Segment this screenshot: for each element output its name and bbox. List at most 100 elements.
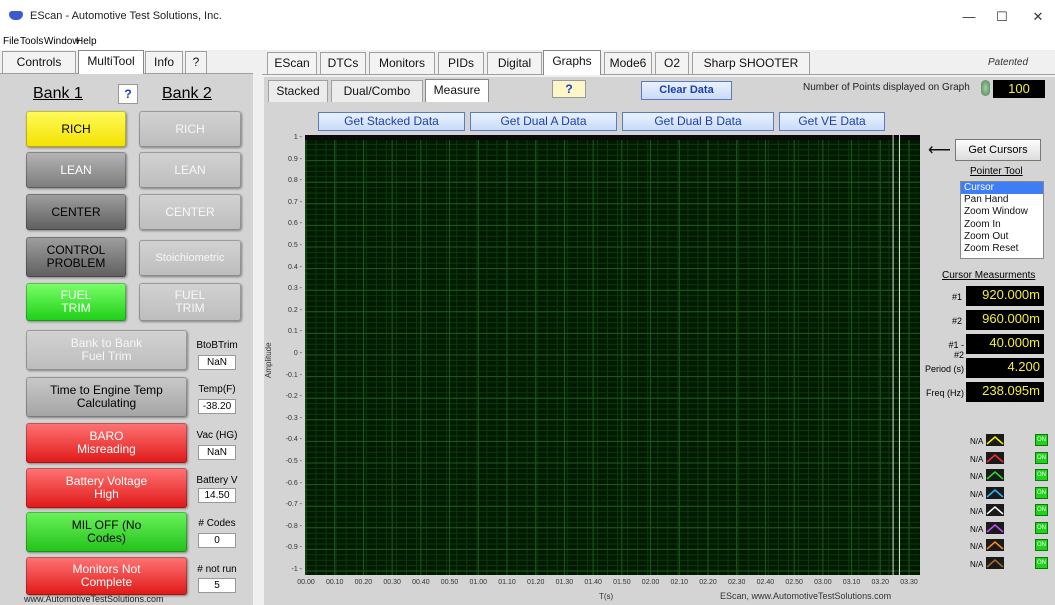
points-knob[interactable] bbox=[981, 80, 990, 96]
bank1-lean-indicator[interactable]: LEAN bbox=[26, 152, 126, 188]
x-tick-label: 00.50 bbox=[440, 579, 459, 586]
baro-button[interactable]: BARO Misreading bbox=[26, 423, 187, 463]
bank1-rich-indicator[interactable]: RICH bbox=[26, 111, 126, 147]
menu-help[interactable]: Help bbox=[76, 36, 97, 47]
tab-help[interactable]: ? bbox=[185, 51, 207, 73]
pointer-option-zoom-out[interactable]: Zoom Out bbox=[961, 231, 1043, 243]
tab-info[interactable]: Info bbox=[145, 51, 183, 73]
get-dual-b-data-button[interactable]: Get Dual B Data bbox=[622, 112, 774, 131]
legend-label: N/A bbox=[970, 524, 984, 534]
btob-label: BtoBTrim bbox=[196, 340, 238, 351]
temp-value: -38.20 bbox=[198, 399, 236, 414]
x-tick-label: 01.20 bbox=[526, 579, 545, 586]
bank2-label: Bank 2 bbox=[162, 85, 212, 102]
bank-to-bank-button[interactable]: Bank to Bank Fuel Trim bbox=[26, 330, 187, 370]
measure-help-button[interactable]: ? bbox=[552, 80, 586, 98]
legend-on-toggle[interactable]: ON bbox=[1035, 556, 1048, 569]
maximize-button[interactable]: ☐ bbox=[988, 6, 1016, 28]
tab-graphs[interactable]: Graphs bbox=[543, 50, 601, 75]
mil-status-button[interactable]: MIL OFF (No Codes) bbox=[26, 512, 187, 552]
period-label: Period (s) bbox=[924, 364, 964, 374]
legend-swatch-icon bbox=[986, 451, 1004, 464]
close-button[interactable]: ✕ bbox=[1024, 6, 1052, 28]
clear-data-button[interactable]: Clear Data bbox=[641, 81, 732, 100]
legend-on-toggle[interactable]: ON bbox=[1035, 434, 1048, 446]
pointer-option-zoom-in[interactable]: Zoom In bbox=[961, 219, 1043, 231]
x-tick-label: 02.40 bbox=[756, 579, 775, 586]
engine-temp-button[interactable]: Time to Engine Temp Calculating bbox=[26, 377, 187, 417]
x-tick-label: 01.00 bbox=[469, 579, 488, 586]
codes-label: # Codes bbox=[198, 518, 236, 529]
legend-on-toggle[interactable]: ON bbox=[1035, 504, 1048, 516]
graph-plot-area[interactable] bbox=[305, 135, 920, 575]
legend-label: N/A bbox=[970, 437, 984, 446]
monitors-button[interactable]: Monitors Not Complete bbox=[26, 557, 187, 595]
legend-label: N/A bbox=[970, 489, 984, 499]
legend-on-toggle[interactable]: ON bbox=[1035, 539, 1048, 551]
get-stacked-data-button[interactable]: Get Stacked Data bbox=[318, 112, 465, 131]
legend-label: N/A bbox=[970, 542, 984, 551]
x-tick-label: 00.20 bbox=[354, 579, 373, 586]
x-tick-label: 03.10 bbox=[842, 579, 861, 586]
tab-o2[interactable]: O2 bbox=[655, 52, 689, 74]
bank2-rich-indicator[interactable]: RICH bbox=[139, 111, 241, 147]
tab-controls[interactable]: Controls bbox=[2, 51, 76, 73]
menu-tools[interactable]: Tools bbox=[20, 36, 43, 47]
tab-monitors[interactable]: Monitors bbox=[369, 52, 435, 74]
bank1-label: Bank 1 bbox=[33, 85, 83, 102]
bank2-center-indicator[interactable]: CENTER bbox=[139, 194, 241, 230]
y-tick-label: 0.6 - bbox=[287, 220, 302, 228]
menu-file[interactable]: File bbox=[3, 36, 19, 47]
get-cursors-button[interactable]: Get Cursors bbox=[955, 139, 1041, 161]
bank2-stoichiometric-indicator[interactable]: Stoichiometric bbox=[139, 240, 241, 276]
legend-label: N/A bbox=[970, 454, 984, 464]
bank1-center-indicator[interactable]: CENTER bbox=[26, 194, 126, 230]
not-run-label: # not run bbox=[197, 564, 237, 575]
tab-dtcs[interactable]: DTCs bbox=[320, 52, 366, 74]
pointer-option-zoom-reset[interactable]: Zoom Reset bbox=[961, 243, 1043, 255]
tab-measure[interactable]: Measure bbox=[425, 79, 489, 102]
y-tick-label: 0.1 - bbox=[287, 328, 302, 336]
tab-mode6[interactable]: Mode6 bbox=[604, 52, 652, 74]
tab-digital[interactable]: Digital bbox=[487, 52, 542, 74]
pointer-option-cursor[interactable]: Cursor bbox=[961, 182, 1043, 195]
y-tick-label: 0.9 - bbox=[287, 155, 302, 163]
legend-on-toggle[interactable]: ON bbox=[1035, 521, 1048, 534]
legend-swatch-icon bbox=[986, 539, 1004, 551]
bank2-lean-indicator[interactable]: LEAN bbox=[139, 152, 241, 188]
legend-on-toggle[interactable]: ON bbox=[1035, 469, 1048, 481]
y-tick-label: 0.7 - bbox=[287, 198, 302, 206]
y-tick-label: 0 - bbox=[293, 350, 302, 357]
legend-on-toggle[interactable]: ON bbox=[1035, 486, 1048, 499]
battery-voltage-button[interactable]: Battery Voltage High bbox=[26, 468, 187, 508]
y-tick-label: -0.3 - bbox=[285, 414, 302, 422]
get-ve-data-button[interactable]: Get VE Data bbox=[779, 112, 885, 131]
legend-on-toggle[interactable]: ON bbox=[1035, 451, 1048, 464]
tab-stacked[interactable]: Stacked bbox=[268, 80, 328, 102]
y-tick-label: 0.8 - bbox=[287, 177, 302, 185]
menu-window[interactable]: Window bbox=[44, 36, 80, 47]
pointer-option-pan-hand[interactable]: Pan Hand bbox=[961, 194, 1043, 206]
tab-dual-combo[interactable]: Dual/Combo bbox=[331, 80, 423, 102]
tab-multitool[interactable]: MultiTool bbox=[78, 50, 144, 74]
bank2-fuel-trim-indicator[interactable]: FUEL TRIM bbox=[139, 283, 241, 321]
pointer-tool-list[interactable]: Cursor Pan Hand Zoom Window Zoom In Zoom… bbox=[960, 181, 1044, 259]
points-value[interactable]: 100 bbox=[993, 80, 1045, 98]
tab-pids[interactable]: PIDs bbox=[438, 52, 484, 74]
legend-swatch-icon bbox=[986, 469, 1004, 481]
bank-help-button[interactable]: ? bbox=[118, 84, 138, 104]
minimize-button[interactable]: — bbox=[955, 6, 983, 28]
y-tick-label: -0.7 - bbox=[285, 501, 302, 509]
pointer-option-zoom-window[interactable]: Zoom Window bbox=[961, 206, 1043, 218]
tab-sharp-shooter[interactable]: Sharp SHOOTER bbox=[692, 52, 810, 74]
get-dual-a-data-button[interactable]: Get Dual A Data bbox=[470, 112, 617, 131]
x-tick-label: 01.50 bbox=[613, 579, 631, 586]
cursor-diff-label: #1 - #2 bbox=[948, 340, 964, 360]
patented-label: Patented bbox=[988, 57, 1029, 68]
pointer-tool-title: Pointer Tool bbox=[970, 166, 1023, 177]
tab-escan[interactable]: EScan bbox=[267, 52, 317, 74]
bank1-fuel-trim-indicator[interactable]: FUEL TRIM bbox=[26, 283, 126, 321]
y-tick-label: -0.1 - bbox=[285, 371, 302, 379]
cursor2-value: 960.000m bbox=[966, 310, 1044, 330]
bank1-control-problem-indicator[interactable]: CONTROL PROBLEM bbox=[26, 237, 126, 277]
